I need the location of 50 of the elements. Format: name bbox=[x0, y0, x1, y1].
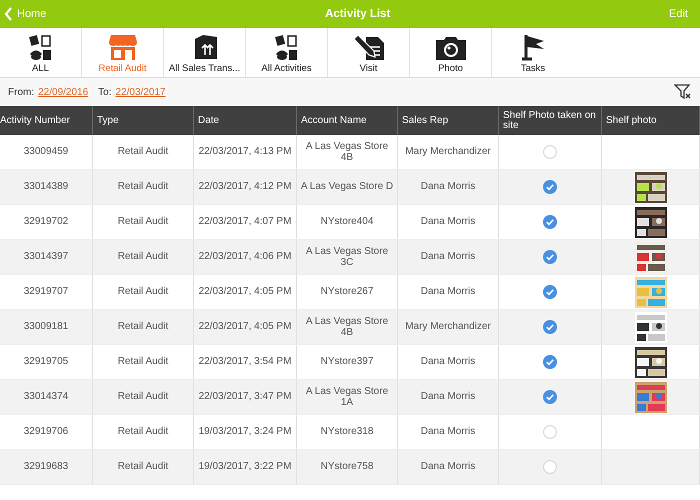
tab[interactable]: All Sales Trans... bbox=[164, 28, 246, 77]
table-cell: Retail Audit bbox=[92, 380, 194, 414]
table-cell: Dana Morris bbox=[398, 240, 498, 274]
table-cell: 33014389 bbox=[0, 170, 92, 204]
table-cell: Retail Audit bbox=[92, 240, 194, 274]
filter-icon bbox=[674, 84, 692, 100]
table-cell: 33014374 bbox=[0, 380, 92, 414]
table-cell: Dana Morris bbox=[398, 380, 498, 414]
tab[interactable]: Photo bbox=[410, 28, 492, 77]
back-icon bbox=[4, 7, 13, 21]
table-cell: Retail Audit bbox=[92, 450, 194, 484]
table-cell: 32919683 bbox=[0, 450, 92, 484]
table-cell: Dana Morris bbox=[398, 450, 498, 484]
activity-types-icon bbox=[28, 35, 54, 61]
flag-icon bbox=[520, 33, 546, 61]
pencil-document-icon bbox=[352, 33, 386, 61]
camera-icon bbox=[434, 35, 468, 61]
tab[interactable]: Visit bbox=[328, 28, 410, 77]
column-header: Activity Number bbox=[0, 106, 92, 135]
table-cell: 22/03/2017, 4:06 PM bbox=[194, 240, 296, 274]
table-cell: A Las Vegas Store 1A bbox=[296, 380, 398, 414]
table-cell: Retail Audit bbox=[92, 310, 194, 344]
column-header: Date bbox=[194, 106, 296, 135]
to-label: To: bbox=[98, 86, 112, 98]
from-label: From: bbox=[8, 86, 34, 98]
column-header: Sales Rep bbox=[398, 106, 498, 135]
table-cell: A Las Vegas Store 4B bbox=[296, 310, 398, 344]
page-title: Activity List bbox=[325, 8, 390, 20]
tab[interactable]: All Activities bbox=[246, 28, 328, 77]
column-header: Account Name bbox=[296, 106, 398, 135]
column-header: Shelf Photo taken on site bbox=[498, 106, 602, 135]
table-cell: 33009181 bbox=[0, 310, 92, 344]
table-cell: Mary Merchandizer bbox=[398, 310, 498, 344]
table-cell: A Las Vegas Store 3C bbox=[296, 240, 398, 274]
table-cell: A Las Vegas Store D bbox=[296, 170, 398, 204]
table-cell: 22/03/2017, 4:05 PM bbox=[194, 310, 296, 344]
table-cell: NYstore758 bbox=[296, 450, 398, 484]
table-cell: 22/03/2017, 4:12 PM bbox=[194, 170, 296, 204]
table-cell: Retail Audit bbox=[92, 170, 194, 204]
store-icon bbox=[108, 33, 138, 61]
table-cell: 33014397 bbox=[0, 240, 92, 274]
tab[interactable]: ALL bbox=[0, 28, 82, 77]
column-header: Type bbox=[92, 106, 194, 135]
table-cell: 19/03/2017, 3:22 PM bbox=[194, 450, 296, 484]
filter-button[interactable] bbox=[674, 84, 692, 100]
table-cell: Dana Morris bbox=[398, 170, 498, 204]
tab[interactable]: Tasks bbox=[492, 28, 574, 77]
table-cell: 22/03/2017, 3:47 PM bbox=[194, 380, 296, 414]
activity-types-icon bbox=[274, 35, 300, 61]
column-header: Shelf photo bbox=[602, 106, 700, 135]
